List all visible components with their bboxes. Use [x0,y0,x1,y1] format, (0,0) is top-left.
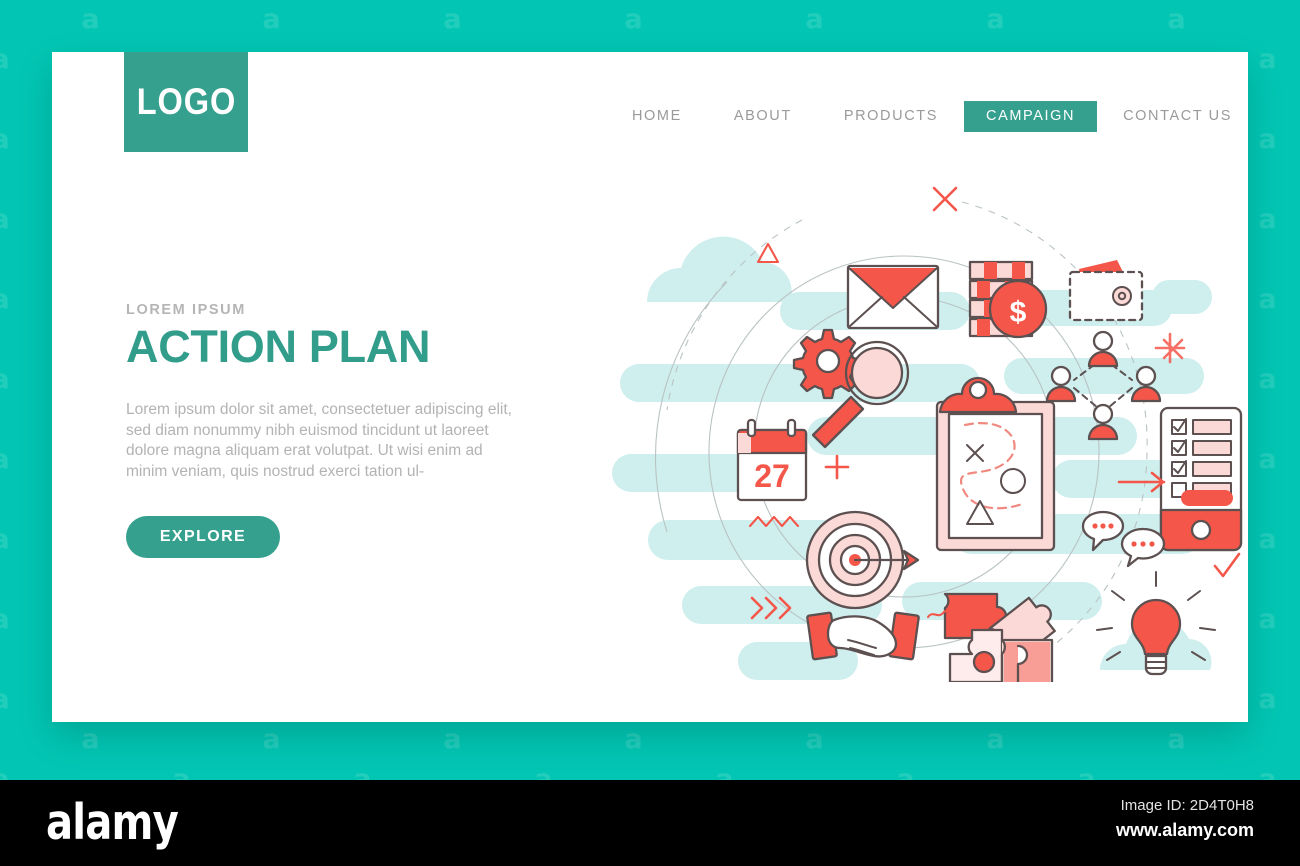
watermark-glyph: a [624,4,643,35]
nav-item-contact-us[interactable]: CONTACT US [1097,98,1232,134]
logo-label: LOGO [136,81,236,122]
watermark-glyph: a [986,724,1005,755]
watermark-glyph: a [805,724,824,755]
alamy-logo: alamy [46,794,179,851]
watermark-glyph: a [1267,560,1300,600]
watermark-glyph: a [896,764,915,780]
watermark-glyph: a [443,4,462,35]
explore-button[interactable]: EXPLORE [126,516,280,559]
watermark-glyph: a [1267,320,1300,360]
wallet-icon [1068,260,1144,322]
watermark-glyph: a [81,4,100,35]
watermark-glyph: a [1267,240,1300,280]
watermark-glyph: a [1267,480,1300,520]
watermark-glyph: a [805,4,824,35]
page-title: ACTION PLAN [126,321,431,372]
action-plan-illustration: .st{fill:none;stroke:#5c5050;stroke-widt… [552,162,1248,682]
watermark-glyph: a [1267,80,1300,120]
svg-text:$: $ [1010,296,1027,329]
clipboard-strategy-icon [935,376,1056,552]
hero-body-text: Lorem ipsum dolor sit amet, consectetuer… [126,400,512,480]
website-card: LOGO HOME ABOUT PRODUCTS CAMPAIGN CONTACT US… [52,52,1248,722]
watermark-glyph: a [81,724,100,755]
watermark-glyph: a [1267,640,1300,680]
watermark-glyph: a [262,724,281,755]
nav-item-products[interactable]: PRODUCTS [818,98,964,134]
alamy-url-label: www.alamy.com [1115,820,1254,840]
nav-item-home[interactable]: HOME [606,98,708,134]
hero-section: LOREM IPSUM ACTION PLAN Lorem ipsum dolo… [126,302,596,559]
target-arrow-icon [805,510,920,610]
page-backdrop: aaaaaaaaaaaaaaaaaaaaaaaaaaaaaaaaaaaaaaaa… [0,0,1300,866]
nav-item-about[interactable]: ABOUT [708,98,818,134]
watermark-glyph: a [986,4,1005,35]
calendar-icon: 27 [736,418,808,502]
watermark-glyph: a [443,724,462,755]
watermark-glyph: a [624,724,643,755]
main-navigation: HOME ABOUT PRODUCTS CAMPAIGN CONTACT US [572,98,1232,134]
watermark-glyph: a [534,764,553,780]
svg-text:27: 27 [754,458,790,494]
watermark-glyph: a [1258,764,1277,780]
envelope-icon [846,264,940,330]
logo-block[interactable]: LOGO [124,52,248,152]
watermark-glyph: a [1267,720,1300,760]
watermark-glyph: a [1167,724,1186,755]
watermark-glyph: a [353,764,372,780]
hero-eyebrow: LOREM IPSUM [126,302,246,318]
watermark-glyph: a [715,764,734,780]
watermark-glyph: a [1267,400,1300,440]
gear-icon [792,328,864,400]
alamy-footer-bar: alamy Image ID: 2D4T0H8 www.alamy.com [0,780,1300,866]
watermark-glyph: a [0,764,10,780]
watermark-glyph: a [262,4,281,35]
watermark-glyph: a [1077,764,1096,780]
watermark-glyph: a [1167,4,1186,35]
image-id-label: Image ID: 2D4T0H8 [1120,797,1254,814]
nav-item-campaign[interactable]: CAMPAIGN [964,100,1098,132]
watermark-glyph: a [172,764,191,780]
watermark-glyph: a [1267,160,1300,200]
coin-stack-icon: $ [968,260,1048,339]
phone-checklist-icon [1159,406,1243,552]
watermark-glyph: a [1267,0,1300,40]
handshake-icon [806,611,920,661]
